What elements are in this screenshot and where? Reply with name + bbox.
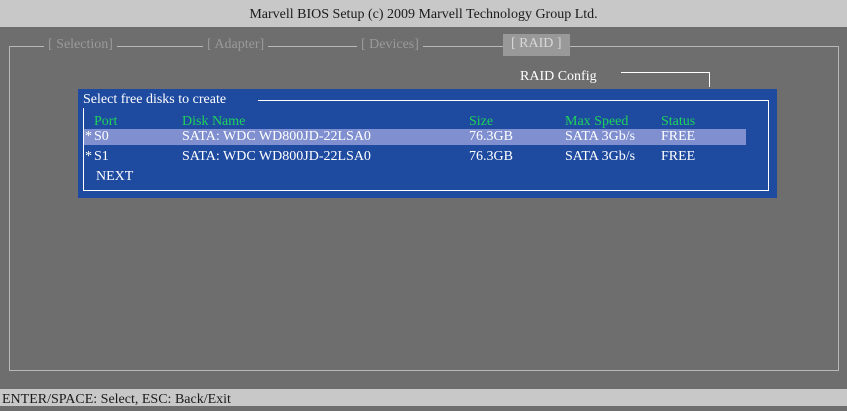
row-status: FREE <box>661 129 696 144</box>
select-disks-panel: Select free disks to create Port Disk Na… <box>78 89 777 198</box>
row-marker: * <box>85 129 92 144</box>
row-port: S0 <box>94 129 109 144</box>
disk-row-s1[interactable]: * S1 SATA: WDC WD800JD-22LSA0 76.3GB SAT… <box>84 149 746 165</box>
row-size: 76.3GB <box>469 129 513 144</box>
column-header-status: Status <box>661 114 696 129</box>
window-title: Marvell BIOS Setup (c) 2009 Marvell Tech… <box>0 0 847 27</box>
panel-top-border <box>258 100 768 101</box>
next-button[interactable]: NEXT <box>96 169 133 185</box>
tab-raid[interactable]: [ RAID ] <box>503 34 570 56</box>
tab-selection[interactable]: [ Selection] <box>44 35 117 55</box>
column-header-max-speed: Max Speed <box>565 114 629 129</box>
row-marker: * <box>85 149 92 164</box>
panel-title: Select free disks to create <box>83 92 231 108</box>
raid-config-label: RAID Config <box>520 69 597 84</box>
row-disk-name: SATA: WDC WD800JD-22LSA0 <box>182 129 371 144</box>
tab-devices[interactable]: [ Devices] <box>357 35 423 55</box>
column-header-size: Size <box>469 114 494 129</box>
row-status: FREE <box>661 149 696 164</box>
row-disk-name: SATA: WDC WD800JD-22LSA0 <box>182 149 371 164</box>
tab-adapter[interactable]: [ Adapter] <box>203 35 269 55</box>
row-max-speed: SATA 3Gb/s <box>565 129 636 144</box>
column-header-disk-name: Disk Name <box>182 114 246 129</box>
row-max-speed: SATA 3Gb/s <box>565 149 636 164</box>
column-header-port: Port <box>94 114 118 129</box>
row-port: S1 <box>94 149 109 164</box>
disk-row-s0[interactable]: * S0 SATA: WDC WD800JD-22LSA0 76.3GB SAT… <box>84 129 746 145</box>
row-size: 76.3GB <box>469 149 513 164</box>
status-bar: ENTER/SPACE: Select, ESC: Back/Exit <box>0 389 847 407</box>
raid-config-box <box>621 72 710 87</box>
